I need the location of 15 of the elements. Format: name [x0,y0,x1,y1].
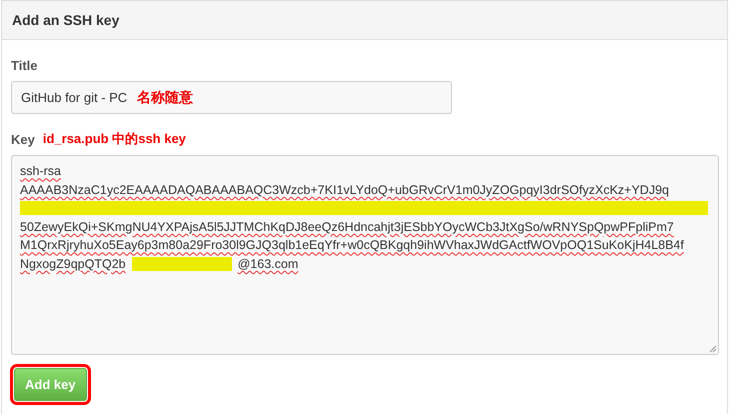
field-label: Title [11,58,38,72]
resize-grip-icon[interactable] [709,345,717,353]
annotation-text: 名称随意 [137,88,194,106]
panel-title: Add an SSH key [12,12,120,28]
key-text: AAAAB3NzaC1yc2EAAAADAQABAAABAQC3Wzcb+7KI1vLYdoQ+ubGRvCrV1m0JyZOGpqyI3drSOfyzXcKz+YDJ9q [20,182,669,197]
title-input[interactable]: GitHub for git - PC 名称随意 [11,81,452,114]
key-text: 50ZewyEkQi+SKmgNU4YXPAjsA5l5JJTMChKqDJ8eeQz6Hdncahjt3jESbbYOycWCb3JtXgSo/wRNYSpQpwPFpliPm7 [20,220,674,234]
field-label: Key [11,132,35,146]
annotation-text: id_rsa.pub 中的ssh key [42,130,186,148]
key-text: NgxogZ9qpQTQ2b [20,256,126,271]
key-text: @163.com [238,256,298,271]
key-text: ssh-rsa [20,164,61,178]
key-text: M1QrxRjryhuXo5Eay6p3m80a29Fro30l9GJQ3qlb1eEqYfr+w0cQBKgqh9ihWVhaxJWdGActfWOVpOQ1SuKoKjH4L8B4f [20,238,684,252]
key-textarea[interactable] [11,155,719,355]
input-value: GitHub for git - PC [21,90,128,105]
